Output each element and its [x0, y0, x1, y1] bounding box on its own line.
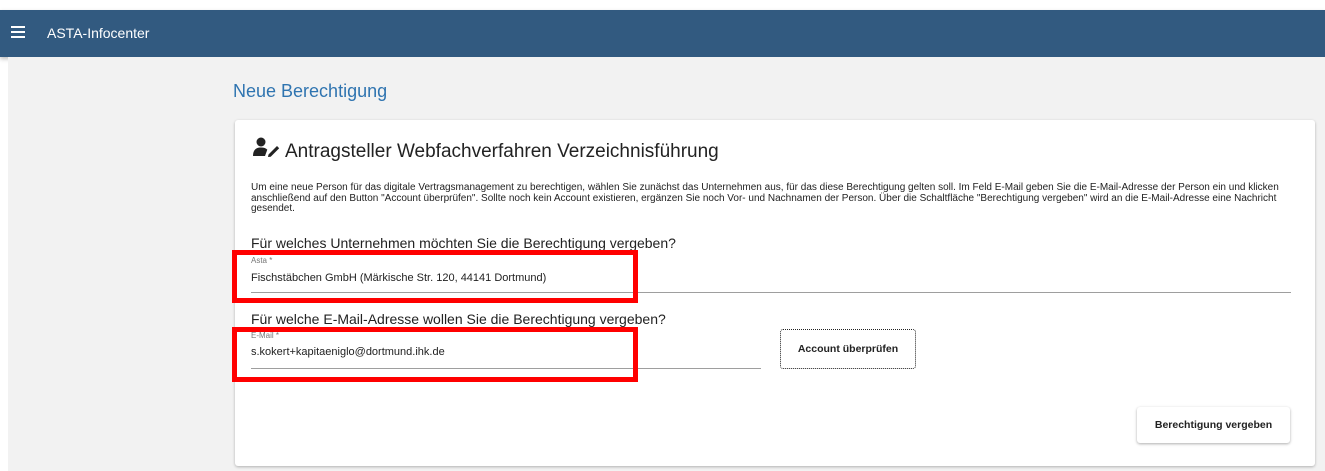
permission-card: Antragsteller Webfachverfahren Verzeichn… [235, 120, 1315, 466]
email-question: Für welche E-Mail-Adresse wollen Sie die… [251, 311, 666, 327]
check-account-button[interactable]: Account überprüfen [780, 329, 916, 369]
hamburger-menu-icon[interactable] [11, 26, 25, 39]
user-edit-icon [253, 137, 280, 157]
company-field-label: Asta * [251, 256, 273, 265]
email-field-label: E-Mail * [251, 331, 280, 340]
page-title: Neue Berechtigung [233, 81, 388, 101]
card-heading: Antragsteller Webfachverfahren Verzeichn… [285, 141, 719, 162]
main-content: Neue Berechtigung Antragsteller Webfachv… [8, 57, 1325, 471]
card-description: Um eine neue Person für das digitale Ver… [251, 182, 1279, 214]
email-field[interactable]: s.kokert+kapitaeniglo@dortmund.ihk.de [251, 346, 761, 359]
company-field-underline [251, 292, 1291, 293]
company-select[interactable]: Fischstäbchen GmbH (Märkische Str. 120, … [251, 272, 1291, 285]
company-question: Für welches Unternehmen möchten Sie die … [251, 235, 676, 251]
grant-permission-button[interactable]: Berechtigung vergeben [1137, 407, 1290, 443]
app-bar: ASTA-Infocenter [0, 10, 1325, 57]
email-field-underline [251, 368, 761, 369]
top-strip [0, 0, 1325, 10]
app-title: ASTA-Infocenter [47, 25, 150, 41]
